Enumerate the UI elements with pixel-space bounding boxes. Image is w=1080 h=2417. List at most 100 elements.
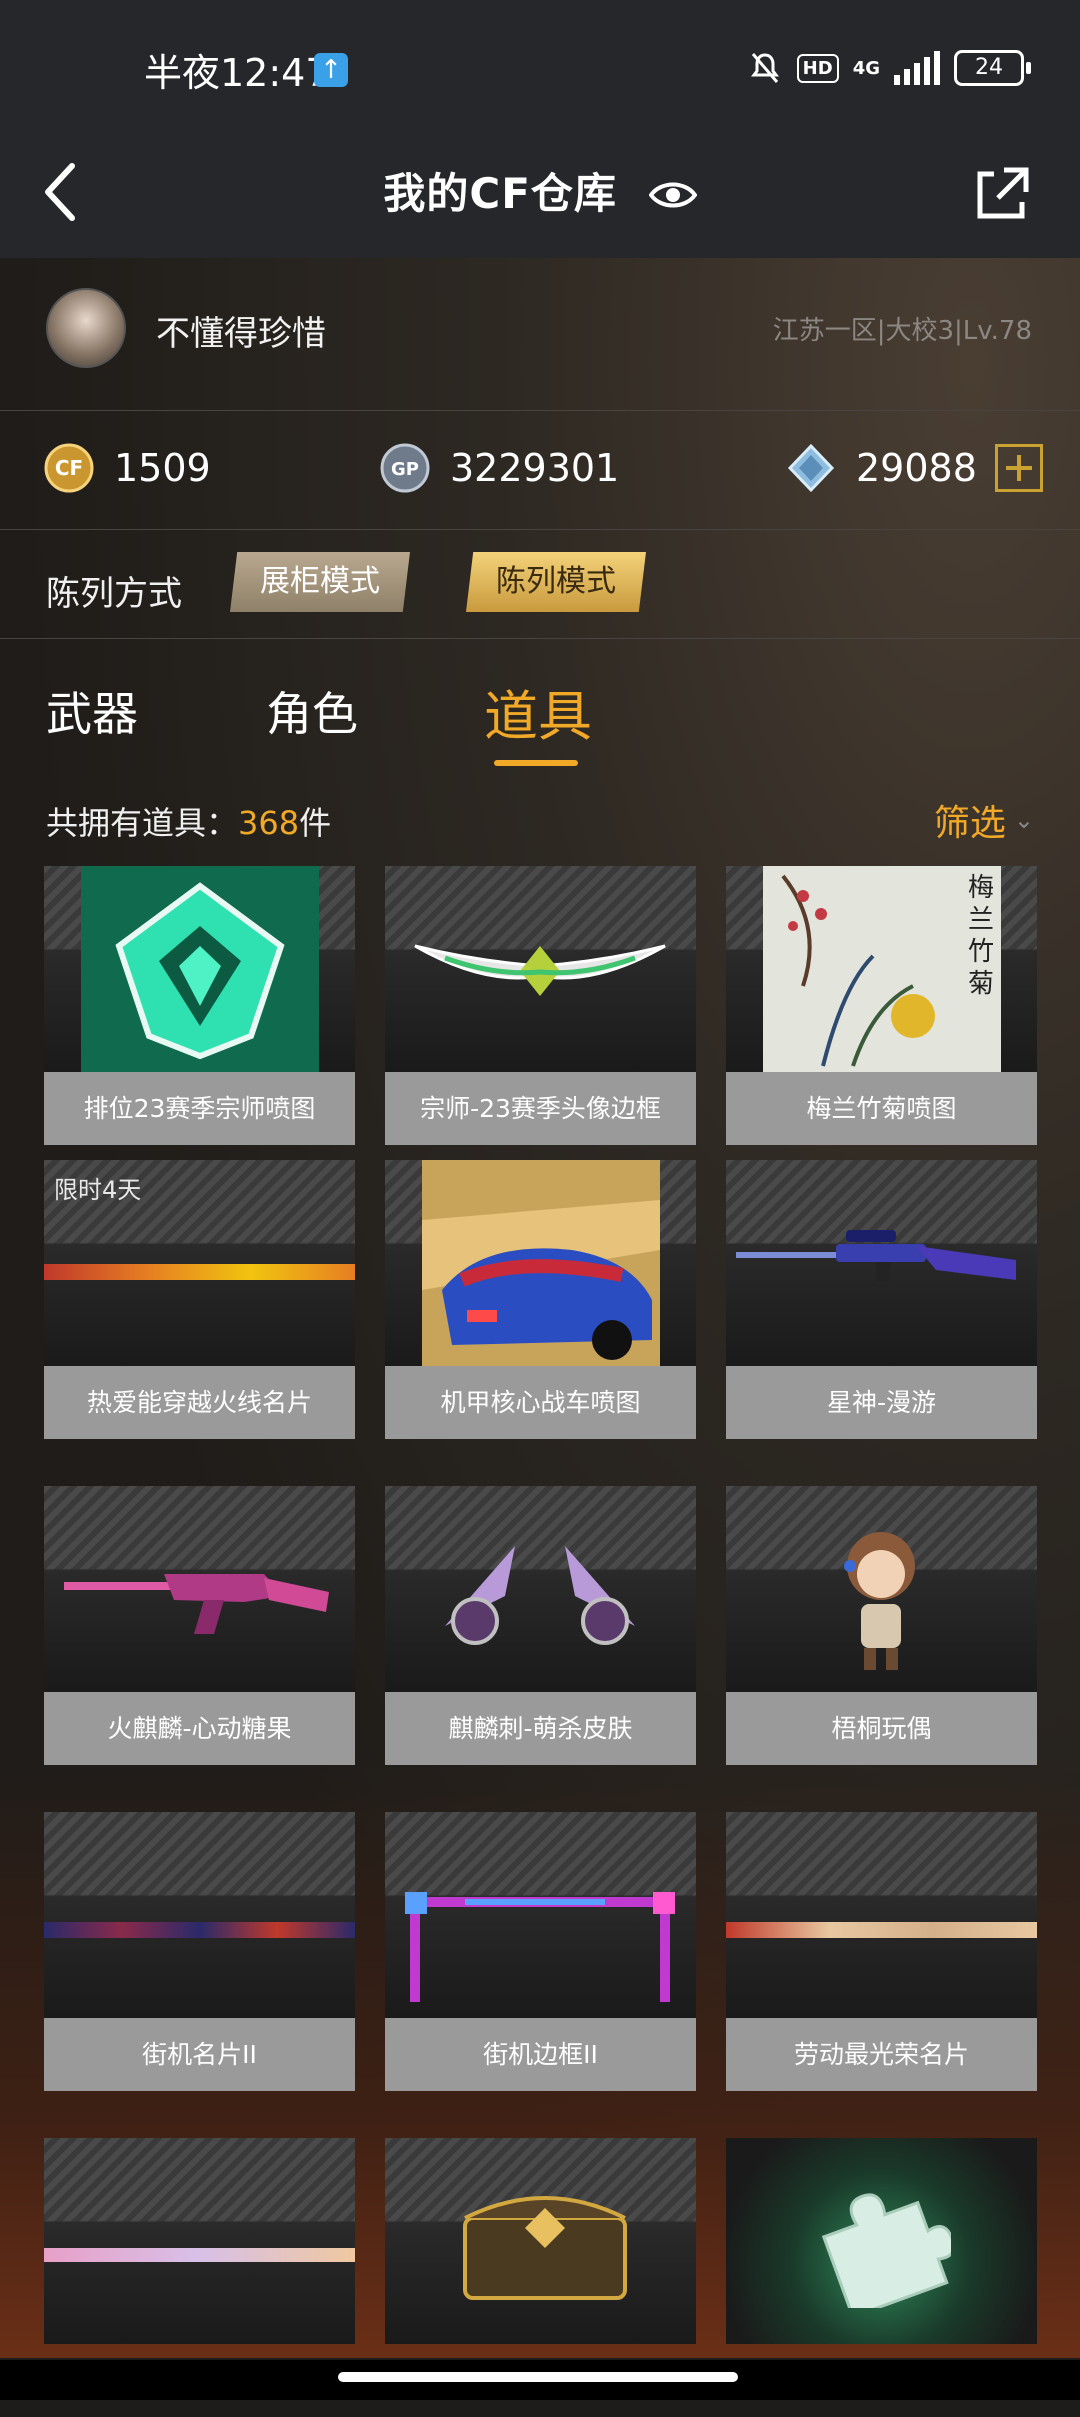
item-image [385,1812,696,2018]
items-count: 共拥有道具：368件 [46,798,331,844]
tab-weapons[interactable]: 武器 [46,678,138,744]
svg-text:CF: CF [55,456,83,480]
server-info: 江苏一区|大校3|Lv.78 [772,316,1032,346]
sniper-rifle-icon [736,1230,1016,1282]
status-icons: HD 4G 24 [747,46,1031,90]
diamond-points: 29088 [786,443,1043,493]
gp-points: GP 3229301 [380,443,619,493]
item-name: 梅兰竹菊喷图 [726,1072,1037,1145]
item-image [44,2138,355,2344]
name-card-strip [44,1922,355,1938]
item-image [385,2138,696,2344]
eye-icon[interactable] [648,172,698,221]
tab-characters[interactable]: 角色 [266,678,358,744]
item-name: 梧桐玩偶 [726,1692,1037,1765]
name-card-strip [726,1922,1037,1938]
profile-row: 不懂得珍惜 江苏一区|大校3|Lv.78 [0,258,1080,411]
avatar[interactable] [46,288,126,368]
items-count-number: 368 [238,804,300,842]
puzzle-piece-icon [821,2193,951,2308]
gp-coin-icon: GP [380,443,430,493]
item-card[interactable]: 麒麟刺-萌杀皮肤 [385,1486,696,1765]
share-button[interactable] [964,154,1042,232]
item-name: 排位23赛季宗师喷图 [44,1072,355,1145]
item-image [726,2138,1037,2344]
home-indicator-area [0,2360,1080,2400]
filter-label: 筛选 [933,803,1006,844]
diamond-icon [787,443,835,493]
item-card[interactable]: 宗师-23赛季头像边框 [385,866,696,1145]
items-count-suffix: 件 [299,804,332,842]
filter-button[interactable]: 筛选 ⌄ [934,794,1034,846]
item-image [726,1486,1037,1692]
item-image [44,1486,355,1692]
list-mode-button[interactable]: 陈列模式 [466,552,646,612]
page-title: 我的CF仓库 [0,160,1080,221]
item-card[interactable]: 梧桐玩偶 [726,1486,1037,1765]
item-card[interactable]: 劳动最光荣名片 [726,1812,1037,2091]
item-name: 热爱能穿越火线名片 [44,1366,355,1439]
item-image [726,1160,1037,1366]
cf-coin-icon: CF [44,443,94,493]
item-image [44,1812,355,2018]
display-mode-row: 陈列方式 展柜模式 陈列模式 [0,530,1080,639]
items-count-prefix: 共拥有道具： [46,804,239,842]
hd-icon: HD [796,53,839,83]
avatar-frame-wings-icon [414,944,666,996]
cabinet-mode-button[interactable]: 展柜模式 [230,552,410,612]
svg-text:菊: 菊 [968,969,994,999]
diamond-value: 29088 [856,446,977,490]
status-bar: 半夜12:47 ↑ HD 4G 24 [0,0,1080,130]
tab-items[interactable]: 道具 [484,672,592,751]
item-image: 梅 兰 竹 菊 [726,866,1037,1072]
mute-bell-icon [750,53,779,83]
network-type: 4G [852,57,880,79]
item-image [385,1486,696,1692]
display-mode-label: 陈列方式 [46,574,182,614]
mech-car-spray-art [422,1160,660,1366]
item-card[interactable]: 排位23赛季宗师喷图 [44,866,355,1145]
item-name: 机甲核心战车喷图 [385,1366,696,1439]
name-card-strip [44,1264,355,1280]
limited-time-badge: 限时4天 [54,1176,142,1204]
item-name: 街机名片II [44,2018,355,2091]
svg-text:兰: 兰 [968,905,994,935]
item-card[interactable]: 梅 兰 竹 菊 梅兰竹菊喷图 [726,866,1037,1145]
page-title-text: 我的CF仓库 [383,169,617,218]
svg-text:GP: GP [391,459,419,480]
item-image [385,1160,696,1366]
item-card[interactable]: 限时4天 热爱能穿越火线名片 [44,1160,355,1439]
home-indicator[interactable] [338,2372,738,2382]
item-card[interactable]: 机甲核心战车喷图 [385,1160,696,1439]
username: 不懂得珍惜 [156,314,326,354]
status-time: 半夜12:47 [144,51,330,95]
dual-blades-icon [445,1546,635,1645]
ak-rifle-icon [64,1574,329,1634]
cf-points: CF 1509 [44,443,211,493]
item-card[interactable]: 街机边框II [385,1812,696,2091]
treasure-chest-icon [463,2196,627,2300]
gp-value: 3229301 [450,446,620,490]
cf-points-value: 1509 [114,446,211,490]
item-card[interactable]: 街机名片II [44,1812,355,2091]
item-name: 麒麟刺-萌杀皮肤 [385,1692,696,1765]
battery-icon: 24 [954,50,1031,86]
items-count-row: 共拥有道具：368件 筛选 ⌄ [0,790,1080,850]
item-card[interactable]: 火麒麟-心动糖果 [44,1486,355,1765]
item-image [385,866,696,1072]
signal-icon [894,51,940,85]
arcade-frame-icon [405,1892,675,2002]
share-icon [977,167,1029,219]
item-name: 火麒麟-心动糖果 [44,1692,355,1765]
item-name: 星神-漫游 [726,1366,1037,1439]
doll-figure-icon [844,1532,915,1670]
tab-active-indicator [494,760,578,766]
item-name: 街机边框II [385,2018,696,2091]
svg-text:竹: 竹 [968,937,994,967]
upload-icon: ↑ [314,53,348,87]
plum-orchid-bamboo-chrysanthemum-art: 梅 兰 竹 菊 [763,866,1001,1072]
item-card[interactable]: 星神-漫游 [726,1160,1037,1439]
add-diamond-button[interactable] [994,444,1043,492]
svg-text:梅: 梅 [968,873,994,903]
category-tabs: 武器 角色 道具 [0,650,1080,780]
